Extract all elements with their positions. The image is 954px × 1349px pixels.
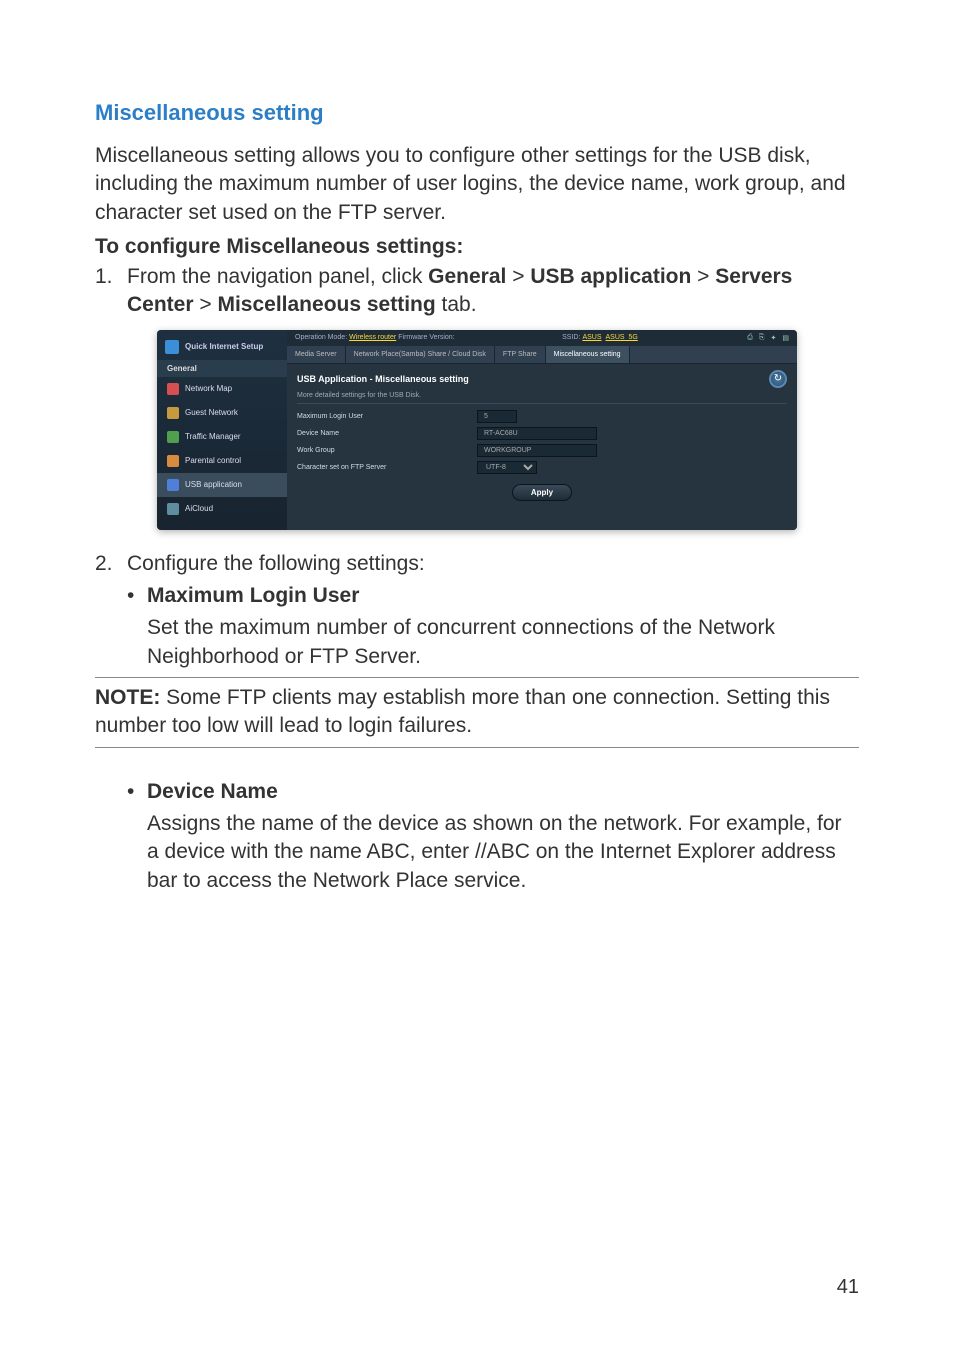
qis-icon [165, 340, 179, 354]
bullet-1-text: Set the maximum number of concurrent con… [147, 614, 859, 671]
step-2: 2. Configure the following settings: [95, 550, 859, 578]
sidebar-item-networkmap[interactable]: Network Map [157, 377, 287, 401]
router-topbar: Operation Mode: Wireless router Firmware… [287, 330, 797, 346]
bullet-dot-1: • [127, 582, 147, 610]
op-mode-label: Operation Mode: [295, 334, 347, 341]
note-box: NOTE: Some FTP clients may establish mor… [95, 677, 859, 748]
content-subtext: More detailed settings for the USB Disk. [297, 388, 787, 404]
content-title: USB Application - Miscellaneous setting [297, 374, 469, 384]
globe-icon[interactable]: ✦ [771, 334, 777, 342]
tab-misc-setting[interactable]: Miscellaneous setting [546, 346, 630, 363]
note-label: NOTE: [95, 686, 160, 709]
note-text: Some FTP clients may establish more than… [95, 686, 830, 737]
ssid-link-1[interactable]: ASUS [582, 334, 601, 341]
step-1-b2: USB application [530, 265, 691, 288]
sidebar-general-label: General [157, 360, 287, 377]
networkmap-icon [167, 383, 179, 395]
router-screenshot: Quick Internet Setup General Network Map… [157, 330, 797, 530]
section-title: Miscellaneous setting [95, 100, 859, 126]
aicloud-icon [167, 503, 179, 515]
parental-icon [167, 455, 179, 467]
bullet-device-name: • Device Name [127, 778, 859, 806]
sidebar-aicloud-label: AiCloud [185, 504, 213, 513]
guest-icon [167, 407, 179, 419]
sidebar-item-guest[interactable]: Guest Network [157, 401, 287, 425]
step-1-content: From the navigation panel, click General… [127, 263, 859, 320]
work-group-label: Work Group [297, 447, 477, 454]
qis-item[interactable]: Quick Internet Setup [157, 334, 287, 360]
sidebar-item-aicloud[interactable]: AiCloud [157, 497, 287, 521]
tab-media-server[interactable]: Media Server [287, 346, 346, 363]
step-2-content: Configure the following settings: [127, 550, 859, 578]
step-1-sep2: > [691, 265, 715, 288]
charset-select[interactable]: UTF-8 [477, 461, 537, 474]
router-tabs: Media Server Network Place(Samba) Share … [287, 346, 797, 364]
sidebar-item-usb[interactable]: USB application [157, 473, 287, 497]
work-group-input[interactable] [477, 444, 597, 457]
apply-button[interactable]: Apply [512, 484, 572, 501]
step-1: 1. From the navigation panel, click Gene… [95, 263, 859, 320]
tab-network-place[interactable]: Network Place(Samba) Share / Cloud Disk [346, 346, 495, 363]
intro-paragraph: Miscellaneous setting allows you to conf… [95, 142, 859, 227]
device-name-input[interactable] [477, 427, 597, 440]
wireless-router-link[interactable]: Wireless router [349, 334, 396, 341]
router-main: Operation Mode: Wireless router Firmware… [287, 330, 797, 530]
sidebar-guest-label: Guest Network [185, 408, 238, 417]
row-max-login: Maximum Login User [297, 408, 787, 425]
refresh-button[interactable]: ↻ [769, 370, 787, 388]
page-number: 41 [837, 1276, 859, 1299]
step-1-suffix: tab. [436, 293, 477, 316]
step-2-number: 2. [95, 550, 127, 578]
sidebar-networkmap-label: Network Map [185, 384, 232, 393]
sidebar-usb-label: USB application [185, 480, 242, 489]
step-1-sep1: > [506, 265, 530, 288]
sidebar-parental-label: Parental control [185, 456, 241, 465]
ssid-link-2[interactable]: ASUS_5G [606, 334, 638, 341]
bullet-1-heading: Maximum Login User [147, 582, 359, 610]
bullet-max-login: • Maximum Login User [127, 582, 859, 610]
reboot-icon[interactable]: ▤ [782, 334, 789, 342]
bullet-2-text: Assigns the name of the device as shown … [147, 810, 859, 895]
step-1-b1: General [428, 265, 506, 288]
step-1-b4: Miscellaneous setting [217, 293, 435, 316]
ssid-label: SSID: [562, 334, 580, 341]
row-device-name: Device Name [297, 425, 787, 442]
bullet-2-heading: Device Name [147, 778, 278, 806]
tab-ftp-share[interactable]: FTP Share [495, 346, 546, 363]
step-1-prefix: From the navigation panel, click [127, 265, 428, 288]
traffic-icon [167, 431, 179, 443]
sidebar-traffic-label: Traffic Manager [185, 432, 241, 441]
sidebar-item-traffic[interactable]: Traffic Manager [157, 425, 287, 449]
max-login-label: Maximum Login User [297, 413, 477, 420]
max-login-input[interactable] [477, 410, 517, 423]
top-icons: ⎙ ⎘ ✦ ▤ [747, 334, 789, 342]
router-content: USB Application - Miscellaneous setting … [287, 364, 797, 530]
charset-label: Character set on FTP Server [297, 464, 477, 471]
printer-icon[interactable]: ⎘ [759, 334, 765, 342]
usb-icon [167, 479, 179, 491]
row-work-group: Work Group [297, 442, 787, 459]
usb-top-icon[interactable]: ⎙ [747, 334, 753, 342]
device-name-label: Device Name [297, 430, 477, 437]
sidebar-item-parental[interactable]: Parental control [157, 449, 287, 473]
row-charset: Character set on FTP Server UTF-8 [297, 459, 787, 476]
qis-label: Quick Internet Setup [185, 342, 263, 351]
step-1-sep3: > [194, 293, 218, 316]
step-1-number: 1. [95, 263, 127, 320]
bullet-dot-2: • [127, 778, 147, 806]
router-sidebar: Quick Internet Setup General Network Map… [157, 330, 287, 530]
config-heading: To configure Miscellaneous settings: [95, 235, 859, 259]
fw-label: Firmware Version: [398, 334, 454, 341]
